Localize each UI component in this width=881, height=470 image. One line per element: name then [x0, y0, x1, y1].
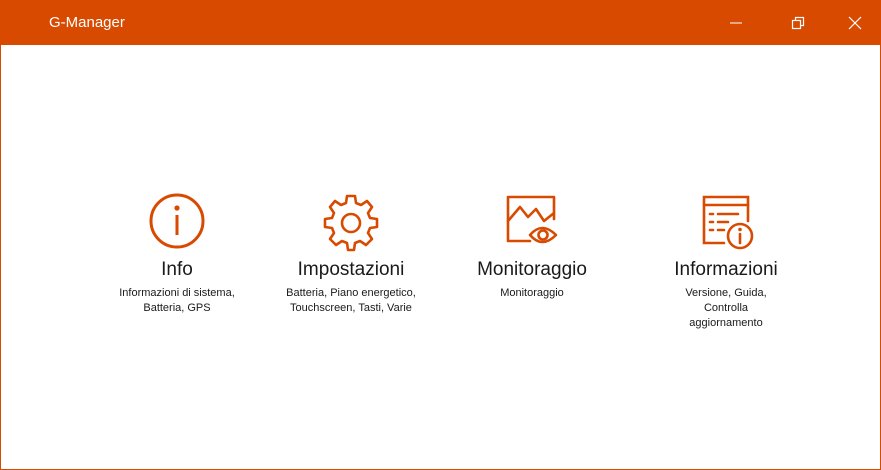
tile-title: Impostazioni [297, 259, 405, 280]
tile-subtitle: Batteria, Piano energetico, Touchscreen,… [286, 287, 416, 314]
monitor-eye-icon [506, 195, 558, 244]
tile-monitoring[interactable]: Monitoraggio Monitoraggio [452, 191, 612, 301]
tile-title: Monitoraggio [477, 259, 587, 280]
tile-title: Info [161, 259, 193, 280]
tile-about[interactable]: Informazioni Versione, Guida, Controlla … [646, 191, 806, 331]
restore-button[interactable] [775, 1, 821, 45]
title-bar[interactable]: G-Manager [1, 1, 880, 45]
app-window: G-Manager Info Informazioni di sistema, … [0, 0, 881, 470]
info-icon [149, 193, 205, 249]
restore-icon [791, 16, 805, 30]
gear-icon [323, 194, 379, 252]
minimize-icon [730, 22, 742, 24]
app-title: G-Manager [49, 14, 125, 31]
tile-title: Informazioni [674, 259, 778, 280]
tile-subtitle: Versione, Guida, Controlla aggiornamento [685, 287, 767, 329]
document-info-icon [702, 195, 754, 250]
tile-subtitle: Monitoraggio [500, 287, 564, 299]
tile-subtitle: Informazioni di sistema, Batteria, GPS [119, 287, 235, 314]
close-button[interactable] [832, 1, 878, 45]
minimize-button[interactable] [713, 1, 759, 45]
tile-info[interactable]: Info Informazioni di sistema, Batteria, … [99, 191, 255, 316]
close-icon [848, 16, 862, 30]
tile-settings[interactable]: Impostazioni Batteria, Piano energetico,… [271, 191, 431, 316]
